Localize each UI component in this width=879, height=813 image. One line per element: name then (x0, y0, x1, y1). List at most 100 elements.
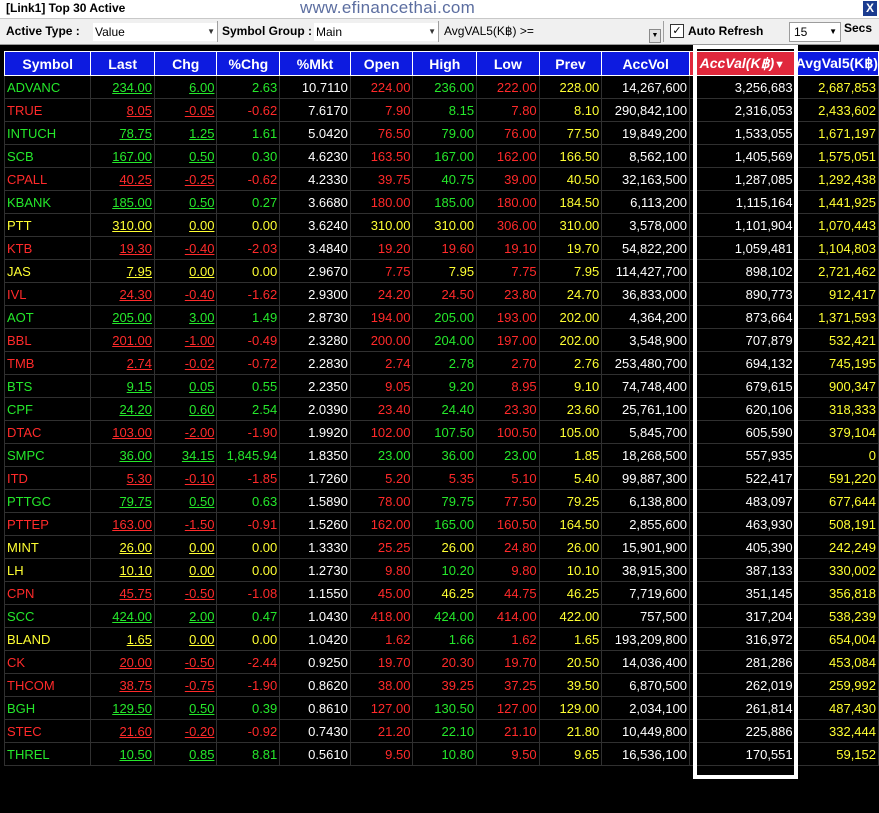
table-row[interactable]: DTAC 103.00 -2.00 -1.90 1.9920 102.00 107.50 10… (3, 420, 879, 444)
cell-symbol: KTB (3, 236, 92, 260)
cell-value: 3.4840 (308, 240, 348, 256)
auto-refresh-checkbox[interactable]: ✓ (670, 24, 684, 38)
cell-value: 557,935 (745, 447, 793, 463)
cell-value: 487,430 (829, 700, 876, 716)
table-row[interactable]: SCB 167.00 0.50 0.30 4.6230 163.50 167.00 162.0… (3, 144, 879, 168)
column-header-symbol[interactable]: Symbol (3, 51, 92, 76)
window-title: [Link1] Top 30 Active (6, 1, 126, 15)
column-header-last[interactable]: Last (90, 51, 155, 76)
table-row[interactable]: INTUCH 78.75 1.25 1.61 5.0420 76.50 79.00 76.00… (3, 121, 879, 145)
table-row[interactable]: KBANK 185.00 0.50 0.27 3.6680 180.00 185.00 180… (3, 190, 879, 214)
cell-pchg: -2.44 (216, 650, 281, 674)
cell-symbol: PTTGC (3, 489, 92, 513)
cell-value: 1.2730 (308, 562, 348, 578)
table-row[interactable]: PTTGC 79.75 0.50 0.63 1.5890 78.00 79.75 77.50 7… (3, 489, 879, 513)
table-row[interactable]: CK 20.00 -0.50 -2.44 0.9250 19.70 20.30 19.70 20… (3, 650, 879, 674)
column-header-open[interactable]: Open (349, 51, 414, 76)
cell-value: TMB (7, 355, 35, 371)
column-header-chg[interactable]: Chg (153, 51, 218, 76)
cell-value: 483,097 (745, 493, 793, 509)
symbol-group-select[interactable]: Main ▼ (313, 22, 439, 42)
cell-value: -0.91 (247, 516, 278, 532)
table-row[interactable]: IVL 24.30 -0.40 -1.62 2.9300 24.20 24.50 23.80 2… (3, 282, 879, 306)
cell-pchg: -1.90 (216, 420, 281, 444)
column-header-avgval5[interactable]: AvgVal5(K฿) (794, 51, 879, 76)
column-header-pmkt[interactable]: %Mkt (279, 51, 351, 76)
table-row[interactable]: SMPC 36.00 34.15 1,845.94 1.8350 23.00 36.00 23… (3, 443, 879, 467)
table-row[interactable]: LH 10.10 0.00 0.00 1.2730 9.80 10.20 9.80 10.10 3… (3, 558, 879, 582)
cell-pchg: 8.81 (216, 742, 281, 766)
table-row[interactable]: CPF 24.20 0.60 2.54 2.0390 23.40 24.40 23.30 23.… (3, 397, 879, 421)
cell-value: 508,191 (829, 516, 876, 532)
cell-high: 79.75 (412, 489, 478, 513)
table-row[interactable]: STEC 21.60 -0.20 -0.92 0.7430 21.20 22.10 21.10… (3, 719, 879, 743)
cell-value: BGH (7, 700, 36, 716)
cell-value: 2.2350 (308, 378, 348, 394)
cell-pchg: 1,845.94 (216, 443, 281, 467)
cell-value: 1,405,569 (734, 148, 793, 164)
cell-low: 76.00 (476, 121, 540, 145)
table-row[interactable]: BTS 9.15 0.05 0.55 2.2350 9.05 9.20 8.95 9.10 74,… (3, 374, 879, 398)
cell-high: 19.60 (412, 236, 478, 260)
cell-avgval5: 654,004 (794, 627, 879, 651)
table-row[interactable]: MINT 26.00 0.00 0.00 1.3330 25.25 26.00 24.80 26… (3, 535, 879, 559)
column-header-high[interactable]: High (412, 51, 478, 76)
cell-value: INTUCH (7, 125, 57, 141)
table-row[interactable]: CPALL 40.25 -0.25 -0.62 4.2330 39.75 40.75 39.0… (3, 167, 879, 191)
table-row[interactable]: ADVANC 234.00 6.00 2.63 10.7110 224.00 236.00 2… (3, 75, 879, 99)
table-row[interactable]: THREL 10.50 0.85 8.81 0.5610 9.50 10.80 9.50 9.6… (3, 742, 879, 766)
table-row[interactable]: SCC 424.00 2.00 0.47 1.0430 418.00 424.00 414.0… (3, 604, 879, 628)
cell-value: 1,845.94 (226, 447, 278, 463)
table-row[interactable]: AOT 205.00 3.00 1.49 2.8730 194.00 205.00 193.0… (3, 305, 879, 329)
table-row[interactable]: TMB 2.74 -0.02 -0.72 2.2830 2.74 2.78 2.70 2.76 2… (3, 351, 879, 375)
column-header-pchg[interactable]: %Chg (216, 51, 281, 76)
cell-low: 1.62 (476, 627, 540, 651)
cell-open: 19.20 (349, 236, 414, 260)
cell-value: 9.05 (385, 378, 411, 394)
table-row[interactable]: ITD 5.30 -0.10 -1.85 1.7260 5.20 5.35 5.10 5.40 9… (3, 466, 879, 490)
table-row[interactable]: TRUE 8.05 -0.05 -0.62 7.6170 7.90 8.15 7.80 8.10… (3, 98, 879, 122)
cell-value: 7,719,600 (629, 585, 688, 601)
sort-descending-icon: ▼ (774, 59, 786, 71)
table-row[interactable]: CPN 45.75 -0.50 -1.08 1.1550 45.00 46.25 44.75 4… (3, 581, 879, 605)
table-row[interactable]: PTT 310.00 0.00 0.00 3.6240 310.00 310.00 306.0… (3, 213, 879, 237)
cell-avgval5: 259,992 (794, 673, 879, 697)
cell-chg: -0.50 (153, 650, 218, 674)
table-row[interactable]: THCOM 38.75 -0.75 -1.90 0.8620 38.00 39.25 37.2… (3, 673, 879, 697)
cell-value: 20.50 (566, 654, 600, 670)
column-header-prev[interactable]: Prev (538, 51, 603, 76)
cell-value: 26.00 (566, 539, 600, 555)
cell-value: 40.50 (566, 171, 600, 187)
refresh-seconds-select[interactable]: 15 ▼ (789, 22, 841, 42)
cell-pmkt: 2.2830 (279, 351, 351, 375)
cell-open: 76.50 (349, 121, 414, 145)
close-button[interactable]: X (863, 1, 877, 16)
table-row[interactable]: BBL 201.00 -1.00 -0.49 2.3280 200.00 204.00 197… (3, 328, 879, 352)
table-row[interactable]: JAS 7.95 0.00 0.00 2.9670 7.75 7.95 7.75 7.95 114… (3, 259, 879, 283)
column-header-accval[interactable]: AccVal(K฿)▼ (689, 51, 796, 76)
cell-value: -2.00 (184, 424, 215, 440)
column-header-accvol[interactable]: AccVol (601, 51, 691, 76)
cell-value: 7.95 (573, 263, 600, 279)
cell-value: 2.3280 (308, 332, 348, 348)
avgval-filter-input[interactable] (545, 22, 649, 42)
cell-value: 21.10 (504, 723, 537, 739)
cell-accval: 1,059,481 (689, 236, 796, 260)
cell-value: 0.50 (189, 148, 215, 164)
spin-down-icon[interactable]: ▼ (649, 29, 661, 43)
active-type-select[interactable]: Value ▼ (92, 22, 218, 42)
table-row[interactable]: PTTEP 163.00 -1.50 -0.91 1.5260 162.00 165.00 1… (3, 512, 879, 536)
cell-accval: 898,102 (689, 259, 796, 283)
cell-value: 261,814 (745, 700, 793, 716)
cell-value: 10.10 (119, 562, 152, 578)
table-row[interactable]: KTB 19.30 -0.40 -2.03 3.4840 19.20 19.60 19.10 1… (3, 236, 879, 260)
table-row[interactable]: BLAND 1.65 0.00 0.00 1.0420 1.62 1.66 1.62 1.65 1… (3, 627, 879, 651)
cell-value: 127.00 (496, 700, 537, 716)
cell-value: 522,417 (745, 470, 793, 486)
table-row[interactable]: BGH 129.50 0.50 0.39 0.8610 127.00 130.50 127.0… (3, 696, 879, 720)
column-header-low[interactable]: Low (476, 51, 540, 76)
cell-value: 7.80 (511, 102, 537, 118)
cell-prev: 21.80 (538, 719, 603, 743)
cell-prev: 1.65 (538, 627, 603, 651)
cell-value: 7.95 (448, 263, 475, 279)
